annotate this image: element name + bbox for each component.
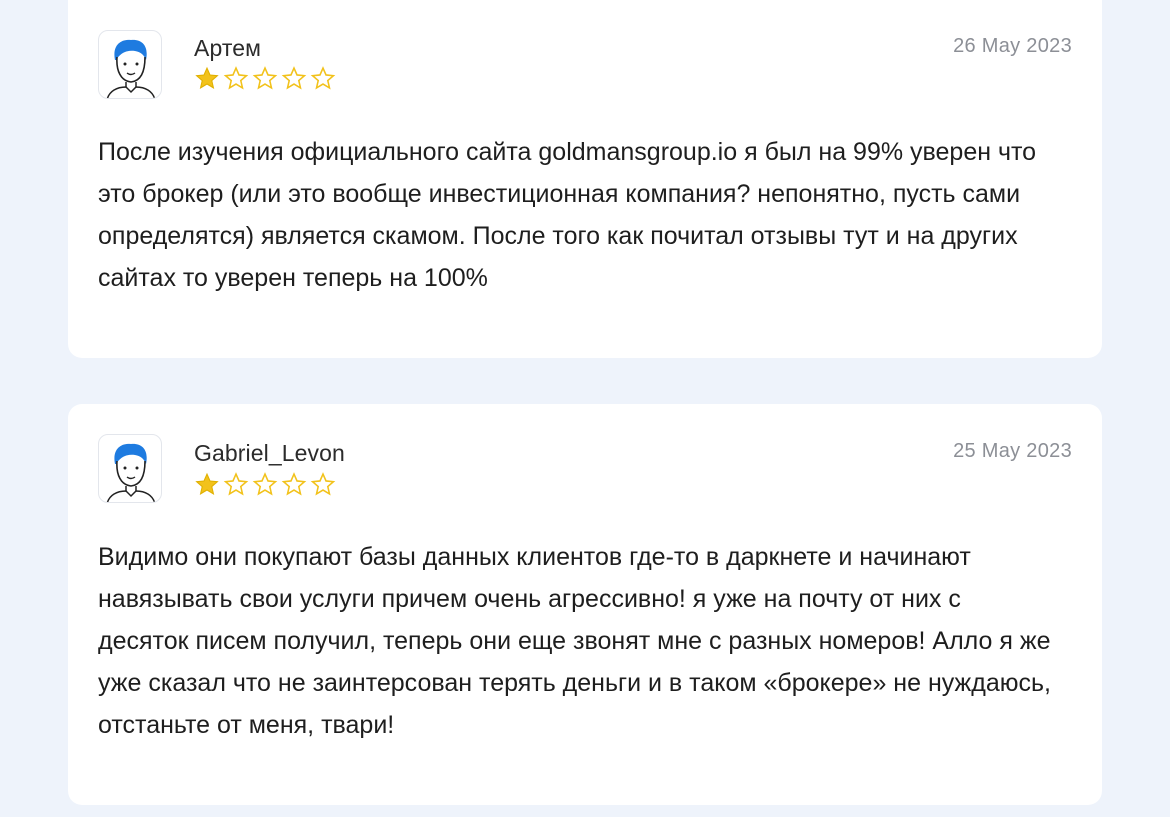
review-author: Gabriel_Levon xyxy=(194,440,345,466)
review-date: 25 May 2023 xyxy=(953,440,1072,462)
review-card: Артем 26 May 2023 После изучения официал… xyxy=(68,0,1102,358)
star-filled-icon xyxy=(194,472,220,497)
review-date: 26 May 2023 xyxy=(953,35,1072,57)
star-outline-icon xyxy=(223,66,249,91)
user-avatar-icon xyxy=(98,434,162,503)
star-outline-icon xyxy=(281,472,307,497)
star-outline-icon xyxy=(310,472,336,497)
star-outline-icon xyxy=(252,472,278,497)
user-avatar-icon xyxy=(98,30,162,99)
review-card: Gabriel_Levon 25 May 2023 Видимо они пок… xyxy=(68,404,1102,805)
review-text: Видимо они покупают базы данных клиентов… xyxy=(98,543,1051,739)
review-text: После изучения официального сайта goldma… xyxy=(98,138,1037,292)
rating-stars xyxy=(194,472,336,497)
star-outline-icon xyxy=(281,66,307,91)
star-filled-icon xyxy=(194,66,220,91)
review-author: Артем xyxy=(194,35,262,61)
rating-stars xyxy=(194,66,336,91)
star-outline-icon xyxy=(223,472,249,497)
star-outline-icon xyxy=(310,66,336,91)
star-outline-icon xyxy=(252,66,278,91)
